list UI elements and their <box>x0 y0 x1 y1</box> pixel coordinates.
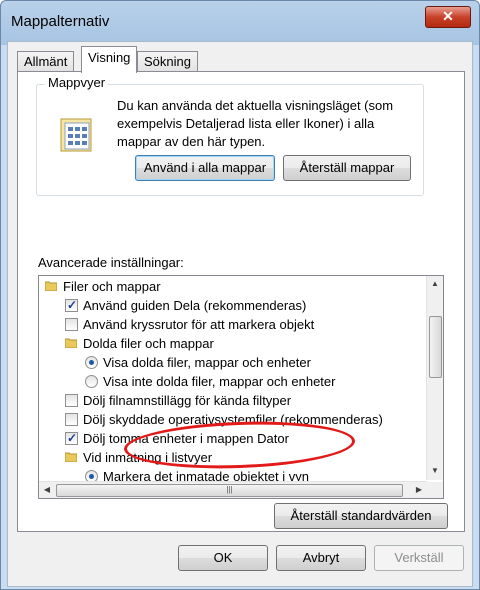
title-bar[interactable]: Mappalternativ ✕ <box>1 1 479 41</box>
ok-button[interactable]: OK <box>178 545 268 571</box>
vertical-scrollbar[interactable]: ▲ ▼ <box>426 276 443 480</box>
apply-to-all-folders-button[interactable]: Använd i alla mappar <box>135 155 275 181</box>
tab-general[interactable]: Allmänt <box>17 51 75 72</box>
scroll-down-icon[interactable]: ▼ <box>427 466 443 475</box>
tab-view[interactable]: Visning <box>81 46 138 73</box>
folder-views-description: Du kan använda det aktuella visningsläge… <box>117 98 394 149</box>
list-item-label: Dolda filer och mappar <box>83 336 214 351</box>
folder-views-legend: Mappvyer <box>45 75 109 90</box>
folder-options-window: Mappalternativ ✕ Allmänt Visning Sökning… <box>0 0 480 590</box>
reset-folders-button[interactable]: Återställ mappar <box>283 155 411 181</box>
list-item-label: Dölj filnamnstillägg för kända filtyper <box>83 393 292 408</box>
scrollbar-corner <box>427 482 443 498</box>
list-item-label: Dölj skyddade operativsystemfiler (rekom… <box>83 412 383 427</box>
apply-button[interactable]: Verkställ <box>374 545 464 571</box>
list-item-label: Vid inmatning i listvyer <box>83 450 213 465</box>
view-tab-panel: Mappvyer Du kan använda det aktuella vis… <box>17 71 465 532</box>
advanced-settings-list[interactable]: Filer och mappar Använd guiden Dela (rek… <box>38 275 444 499</box>
tab-search[interactable]: Sökning <box>137 51 198 72</box>
folder-icon <box>45 281 57 291</box>
dialog-body: Allmänt Visning Sökning Mappvyer Du kan … <box>7 41 473 587</box>
restore-defaults-button[interactable]: Återställ standardvärden <box>274 503 448 529</box>
folder-icon <box>65 338 77 348</box>
checkbox[interactable] <box>65 296 78 315</box>
folder-views-group: Mappvyer Du kan använda det aktuella vis… <box>36 75 424 196</box>
list-item-label: Filer och mappar <box>63 279 161 294</box>
close-button[interactable]: ✕ <box>425 6 471 28</box>
radio-button[interactable] <box>85 375 98 388</box>
list-item-label: Visa inte dolda filer, mappar och enhete… <box>103 374 336 389</box>
scroll-left-icon[interactable]: ◀ <box>39 485 55 494</box>
checkbox[interactable] <box>65 318 78 331</box>
radio-button[interactable] <box>85 356 98 369</box>
checkbox[interactable] <box>65 394 78 407</box>
list-item-label: Dölj tomma enheter i mappen Dator <box>83 431 289 446</box>
list-item-label: Använd kryssrutor för att markera objekt <box>83 317 315 332</box>
horizontal-scroll-thumb[interactable]: ||| <box>56 484 403 497</box>
folder-views-icon <box>60 118 92 152</box>
list-item-label: Visa dolda filer, mappar och enheter <box>103 355 311 370</box>
advanced-settings-label: Avancerade inställningar: <box>38 255 184 270</box>
vertical-scroll-thumb[interactable] <box>429 316 442 378</box>
horizontal-scrollbar[interactable]: ◀ ||| ▶ <box>39 481 427 498</box>
checkbox[interactable] <box>65 429 78 448</box>
folder-icon <box>65 452 77 462</box>
list-item-label: Använd guiden Dela (rekommenderas) <box>83 298 307 313</box>
window-title: Mappalternativ <box>11 13 110 30</box>
scroll-right-icon[interactable]: ▶ <box>411 485 427 494</box>
checkbox[interactable] <box>65 413 78 426</box>
scroll-up-icon[interactable]: ▲ <box>427 279 443 288</box>
cancel-button[interactable]: Avbryt <box>276 545 366 571</box>
